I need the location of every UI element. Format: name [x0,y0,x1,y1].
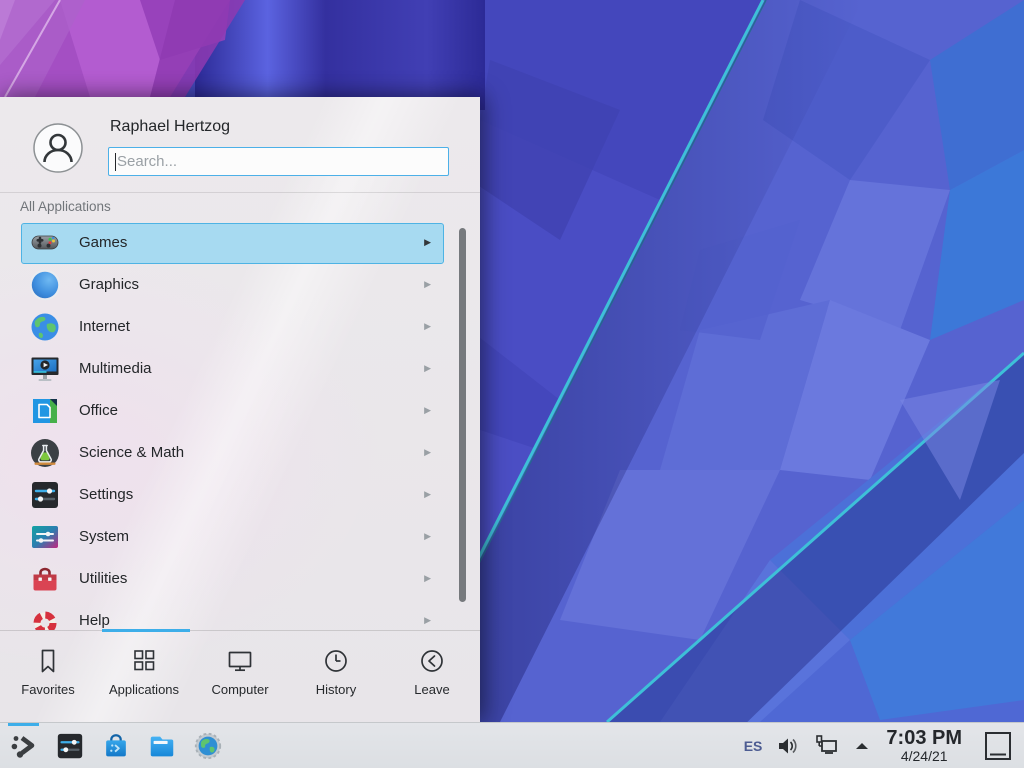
category-row-help[interactable]: Help [21,601,444,630]
category-label: System [79,528,129,545]
category-row-multimedia[interactable]: Multimedia [21,349,444,390]
application-category-list: Games Graphics [0,97,480,630]
kde-launcher-icon [9,731,39,761]
lifebuoy-icon [29,605,61,630]
category-label: Utilities [79,570,127,587]
category-row-settings[interactable]: Settings [21,475,444,516]
tab-label: History [316,682,356,697]
submenu-arrow-icon [424,447,431,458]
discover-button[interactable] [100,730,132,762]
media-player-icon [29,353,61,385]
tab-favorites[interactable]: Favorites [0,631,96,723]
network-icon[interactable] [814,733,840,759]
tab-computer[interactable]: Computer [192,631,288,723]
sliders-icon [29,479,61,511]
submenu-arrow-icon [424,321,431,332]
submenu-arrow-icon [424,363,431,374]
category-label: Internet [79,318,130,335]
list-scrollbar[interactable] [459,228,466,602]
application-launcher-button[interactable] [8,730,40,762]
category-row-utilities[interactable]: Utilities [21,559,444,600]
tab-applications[interactable]: Applications [96,631,192,723]
sphere-icon [29,269,61,301]
system-tray: ES 7:0 [744,723,1016,768]
category-label: Office [79,402,118,419]
bookmark-icon [34,647,62,675]
clock-icon [322,647,350,675]
show-desktop-icon[interactable] [984,730,1012,762]
keyboard-layout-indicator[interactable]: ES [744,738,763,754]
tab-label: Leave [414,682,449,697]
desktop: Raphael Hertzog Search... All Applicatio… [0,0,1024,768]
system-settings-button[interactable] [54,730,86,762]
flask-icon [29,437,61,469]
category-label: Help [79,612,110,629]
taskbar-panel: ES 7:0 [0,722,1024,768]
category-label: Games [79,234,127,251]
submenu-arrow-icon [424,405,431,416]
submenu-arrow-icon [424,615,431,626]
category-label: Science & Math [79,444,184,461]
monitor-icon [226,647,254,675]
clock-time: 7:03 PM [886,728,962,749]
submenu-arrow-icon [424,279,431,290]
submenu-arrow-icon [424,573,431,584]
digital-clock[interactable]: 7:03 PM 4/24/21 [886,728,962,764]
tab-leave[interactable]: Leave [384,631,480,723]
globe-gear-icon [193,731,223,761]
tray-expander-icon[interactable] [854,738,870,754]
clock-date: 4/24/21 [901,749,948,764]
system-settings-icon [55,731,85,761]
application-launcher-menu: Raphael Hertzog Search... All Applicatio… [0,97,480,722]
globe-icon [29,311,61,343]
category-label: Graphics [79,276,139,293]
submenu-arrow-icon [424,489,431,500]
launcher-tab-bar: Favorites Applications [0,630,480,722]
category-row-system[interactable]: System [21,517,444,558]
submenu-arrow-icon [424,531,431,542]
tab-label: Favorites [21,682,74,697]
gamepad-icon [29,227,61,259]
system-sliders-icon [29,521,61,553]
tab-history[interactable]: History [288,631,384,723]
category-row-games[interactable]: Games [21,223,444,264]
discover-bag-icon [101,731,131,761]
toolbox-icon [29,563,61,595]
folder-icon [147,731,177,761]
tab-label: Applications [109,682,179,697]
category-row-graphics[interactable]: Graphics [21,265,444,306]
web-browser-button[interactable] [192,730,224,762]
launcher-active-indicator [8,723,39,726]
category-label: Multimedia [79,360,152,377]
document-icon [29,395,61,427]
category-row-office[interactable]: Office [21,391,444,432]
category-row-internet[interactable]: Internet [21,307,444,348]
category-row-science-math[interactable]: Science & Math [21,433,444,474]
tab-label: Computer [211,682,268,697]
file-manager-button[interactable] [146,730,178,762]
volume-icon[interactable] [776,734,800,758]
grid-icon [130,647,158,675]
category-label: Settings [79,486,133,503]
leave-icon [418,647,446,675]
submenu-arrow-icon [424,237,431,248]
